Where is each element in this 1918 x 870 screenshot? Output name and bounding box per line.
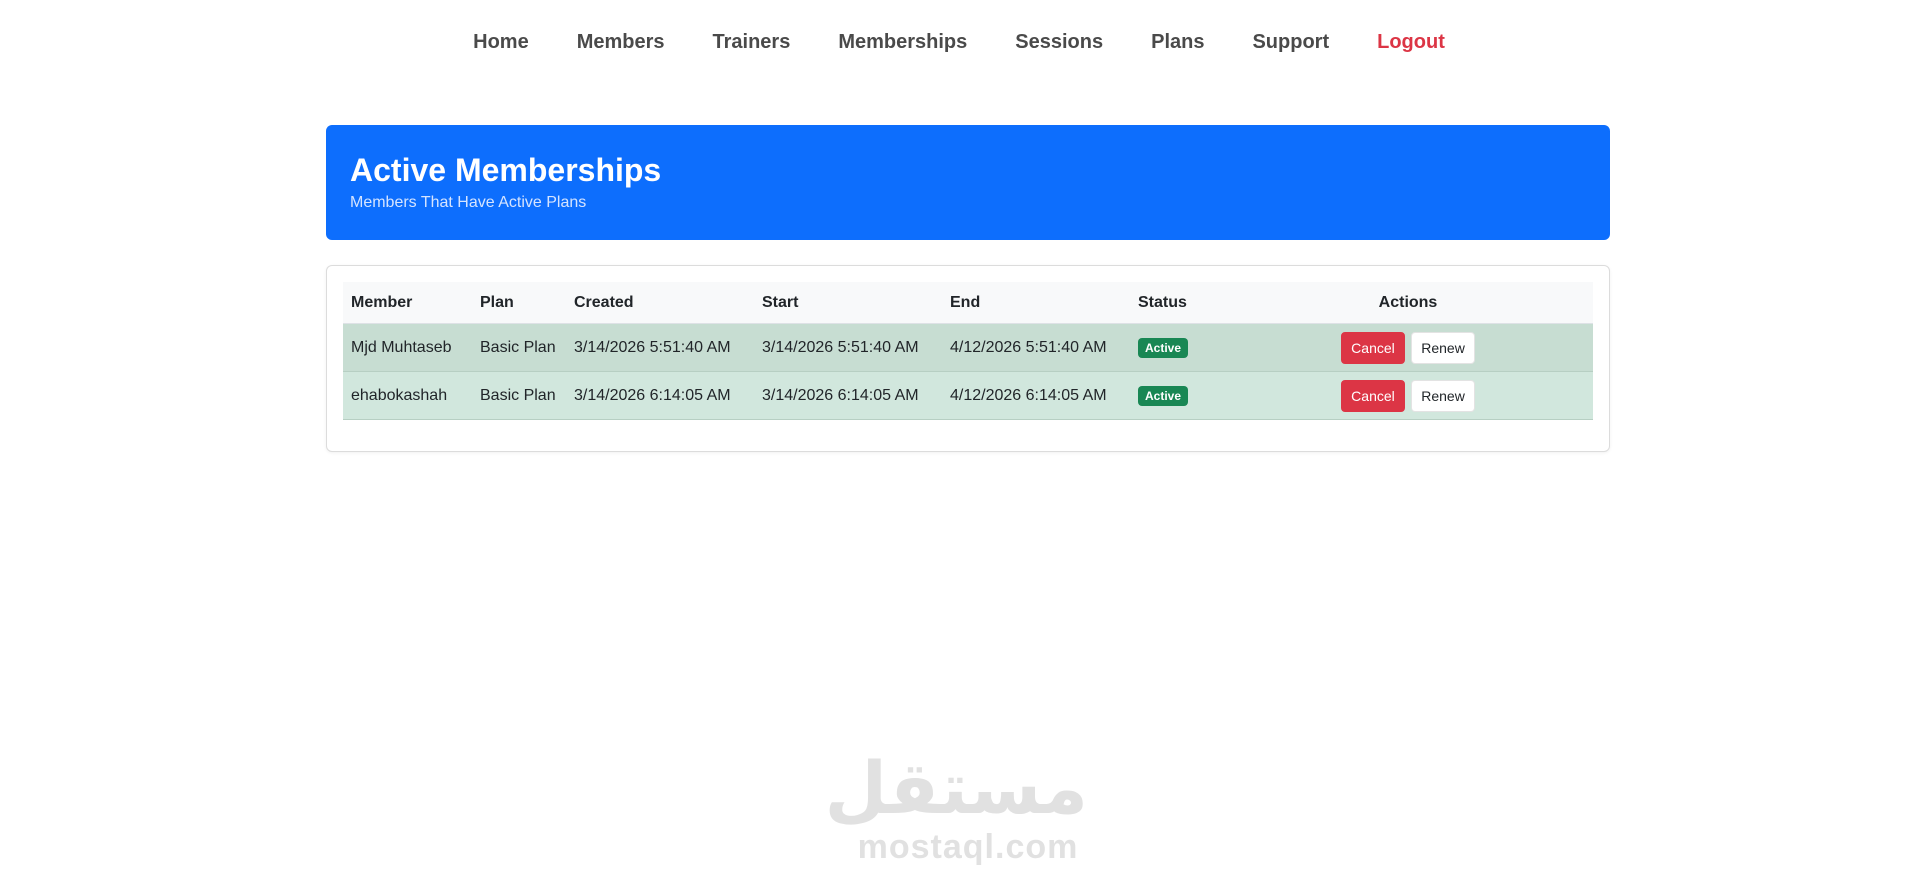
column-header-plan: Plan bbox=[472, 282, 566, 324]
page-header-banner: Active Memberships Members That Have Act… bbox=[326, 125, 1610, 240]
column-header-created: Created bbox=[566, 282, 754, 324]
nav-members-link[interactable]: Members bbox=[577, 28, 665, 56]
table-header-row: Member Plan Created Start End Status Act… bbox=[343, 282, 1593, 324]
column-header-status: Status bbox=[1130, 282, 1223, 324]
watermark-logo: مستقل mostaql.com bbox=[824, 746, 1088, 866]
column-header-end: End bbox=[942, 282, 1130, 324]
status-badge: Active bbox=[1138, 337, 1189, 358]
table-row: Mjd Muhtaseb Basic Plan 3/14/2026 5:51:4… bbox=[343, 323, 1593, 372]
memberships-table: Member Plan Created Start End Status Act… bbox=[343, 282, 1593, 420]
plan-cell: Basic Plan bbox=[472, 371, 566, 420]
actions-cell: Cancel Renew bbox=[1223, 323, 1593, 372]
nav-logout-link[interactable]: Logout bbox=[1377, 28, 1445, 56]
created-cell: 3/14/2026 5:51:40 AM bbox=[566, 323, 754, 372]
cancel-button[interactable]: Cancel bbox=[1341, 331, 1405, 364]
end-cell: 4/12/2026 6:14:05 AM bbox=[942, 371, 1130, 420]
memberships-card: Member Plan Created Start End Status Act… bbox=[326, 265, 1610, 452]
member-name-cell: Mjd Muhtaseb bbox=[343, 323, 472, 372]
renew-button[interactable]: Renew bbox=[1411, 379, 1475, 412]
cancel-button[interactable]: Cancel bbox=[1341, 379, 1405, 412]
member-name-cell: ehabokashah bbox=[343, 371, 472, 420]
status-cell: Active bbox=[1130, 371, 1223, 420]
nav-memberships-link[interactable]: Memberships bbox=[838, 28, 967, 56]
table-header: Member Plan Created Start End Status Act… bbox=[343, 282, 1593, 324]
status-cell: Active bbox=[1130, 323, 1223, 372]
start-cell: 3/14/2026 6:14:05 AM bbox=[754, 371, 942, 420]
nav-sessions-link[interactable]: Sessions bbox=[1015, 28, 1103, 56]
watermark-arabic-text: مستقل bbox=[824, 746, 1088, 830]
column-header-member: Member bbox=[343, 282, 472, 324]
created-cell: 3/14/2026 6:14:05 AM bbox=[566, 371, 754, 420]
table-row: ehabokashah Basic Plan 3/14/2026 6:14:05… bbox=[343, 371, 1593, 420]
page-title: Active Memberships bbox=[350, 152, 662, 188]
nav-trainers-link[interactable]: Trainers bbox=[713, 28, 791, 56]
table-body: Mjd Muhtaseb Basic Plan 3/14/2026 5:51:4… bbox=[343, 323, 1593, 420]
start-cell: 3/14/2026 5:51:40 AM bbox=[754, 323, 942, 372]
nav-home-link[interactable]: Home bbox=[473, 28, 529, 56]
top-nav: Home Members Trainers Memberships Sessio… bbox=[0, 28, 1918, 56]
status-badge: Active bbox=[1138, 385, 1189, 406]
renew-button[interactable]: Renew bbox=[1411, 331, 1475, 364]
column-header-actions: Actions bbox=[1223, 282, 1593, 324]
actions-cell: Cancel Renew bbox=[1223, 371, 1593, 420]
column-header-start: Start bbox=[754, 282, 942, 324]
page-subtitle: Members That Have Active Plans bbox=[350, 194, 587, 211]
plan-cell: Basic Plan bbox=[472, 323, 566, 372]
watermark-latin-text: mostaql.com bbox=[857, 828, 1079, 866]
end-cell: 4/12/2026 5:51:40 AM bbox=[942, 323, 1130, 372]
nav-plans-link[interactable]: Plans bbox=[1151, 28, 1204, 56]
nav-support-link[interactable]: Support bbox=[1252, 28, 1329, 56]
